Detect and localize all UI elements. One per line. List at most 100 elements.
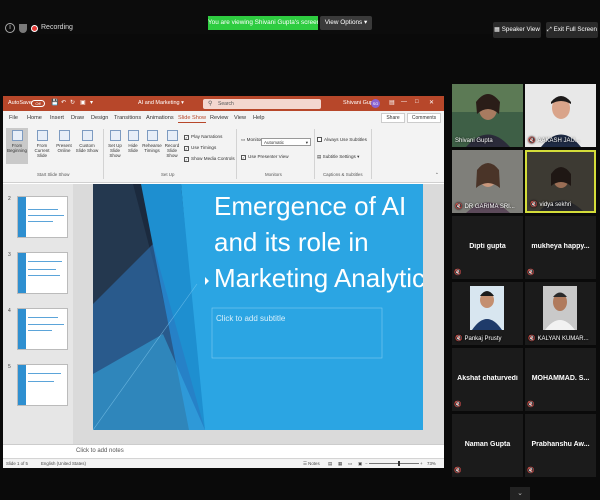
- chevron-down-icon: ▾: [364, 19, 368, 26]
- participant-tile[interactable]: Akshat chaturvedi 🔇: [452, 348, 523, 411]
- participant-name: Shivani Gupta: [455, 138, 493, 144]
- tab-insert[interactable]: Insert: [50, 115, 64, 121]
- tab-animations[interactable]: Animations: [146, 115, 174, 121]
- use-timings-checkbox[interactable]: ✓ Use Timings: [184, 145, 216, 151]
- play-narrations-checkbox[interactable]: ✓ Play Narrations: [184, 134, 222, 140]
- tab-review[interactable]: Review: [210, 115, 228, 121]
- zoom-in-icon[interactable]: +: [420, 461, 423, 466]
- document-title-text: AI and Marketing: [138, 100, 180, 106]
- from-current-slide-button[interactable]: From Current Slide: [30, 130, 54, 158]
- participant-name: 🔇 KALYAN KUMAR...: [528, 335, 589, 342]
- show-media-label: Show Media Controls: [191, 156, 235, 161]
- slide-thumbnail[interactable]: [17, 252, 68, 294]
- tab-draw[interactable]: Draw: [71, 115, 84, 121]
- slideshow-view-icon[interactable]: ▣: [358, 461, 362, 467]
- muted-icon: 🔇: [528, 138, 536, 144]
- participant-tile[interactable]: 🔇 AAKASH JAU...: [525, 84, 596, 147]
- autosave-toggle[interactable]: Off: [31, 100, 45, 107]
- tab-transitions[interactable]: Transitions: [114, 115, 141, 121]
- maximize-icon[interactable]: □: [415, 99, 419, 105]
- tab-file[interactable]: File: [9, 115, 18, 121]
- search-placeholder: Search: [218, 101, 234, 107]
- undo-icon[interactable]: ↶: [61, 99, 66, 106]
- subtitle-settings-button[interactable]: ▤ Subtitle Settings ▾: [317, 154, 359, 160]
- slide-title[interactable]: Emergence of AI and its role in Marketin…: [214, 188, 423, 296]
- exit-fullscreen-button[interactable]: ⤢ Exit Full Screen: [546, 22, 598, 38]
- thumbnail-text-line: [28, 373, 61, 374]
- tab-home[interactable]: Home: [27, 115, 42, 121]
- save-icon[interactable]: 💾: [51, 99, 58, 106]
- participant-tile[interactable]: MOHAMMAD. S... 🔇: [525, 348, 596, 411]
- participant-tile-active-speaker[interactable]: 🔇 vidya sekhri: [525, 150, 596, 213]
- slide-thumbnail[interactable]: [17, 196, 68, 238]
- current-slide[interactable]: Emergence of AI and its role in Marketin…: [93, 184, 423, 430]
- thumbnail-text-line: [28, 261, 62, 262]
- tab-slide-show[interactable]: Slide Show: [178, 115, 206, 123]
- zoom-slider[interactable]: [369, 463, 419, 464]
- notes-toggle[interactable]: ☰ Notes: [303, 461, 320, 467]
- redo-icon[interactable]: ↻: [70, 99, 75, 106]
- rehearse-timings-button[interactable]: Rehearse Timings: [142, 130, 162, 153]
- zoom-out-icon[interactable]: −: [365, 461, 368, 466]
- reading-view-icon[interactable]: ▭: [348, 461, 352, 467]
- tab-design[interactable]: Design: [91, 115, 108, 121]
- notes-pane[interactable]: Click to add notes: [3, 444, 444, 458]
- chevron-down-icon: ▾: [357, 154, 360, 159]
- slide-sorter-icon[interactable]: ▦: [338, 461, 342, 467]
- ppt-title-bar: AutoSave Off 💾 ↶ ↻ ▣ ▾ AI and Marketing …: [3, 96, 444, 111]
- ribbon-display-icon[interactable]: ▤: [389, 99, 395, 106]
- from-beginning-button[interactable]: From Beginning: [6, 128, 28, 164]
- present-icon[interactable]: ▣: [80, 99, 86, 106]
- slide-thumbnail[interactable]: [17, 364, 68, 406]
- subtitle-settings-label: Subtitle Settings: [322, 154, 356, 159]
- hide-slide-button[interactable]: Hide Slide: [126, 130, 140, 153]
- participant-tile[interactable]: 🔇 Pankaj Prusty: [452, 282, 523, 345]
- participant-tile[interactable]: Shivani Gupta: [452, 84, 523, 147]
- shield-icon[interactable]: [19, 24, 27, 33]
- slide-thumbnail[interactable]: [17, 308, 68, 350]
- avatar[interactable]: SG: [371, 99, 380, 108]
- muted-icon: 🔇: [530, 202, 538, 208]
- monitor-icon: ▭: [241, 137, 246, 142]
- muted-icon: 🔇: [454, 468, 462, 474]
- subtitles-icon: ▤: [317, 154, 322, 159]
- use-timings-label: Use Timings: [191, 145, 217, 150]
- record-slide-show-button[interactable]: Record Slide Show: [162, 130, 182, 158]
- tab-view[interactable]: View: [234, 115, 246, 121]
- customize-icon[interactable]: ▾: [90, 99, 93, 106]
- comments-button[interactable]: Comments: [407, 113, 441, 123]
- minimize-icon[interactable]: —: [401, 99, 407, 105]
- custom-show-label: Custom Slide Show: [75, 143, 99, 153]
- info-icon[interactable]: i: [5, 23, 15, 33]
- muted-icon: 🔇: [455, 204, 463, 210]
- tab-help[interactable]: Help: [253, 115, 265, 121]
- from-beginning-label: From Beginning: [6, 143, 28, 153]
- language-status[interactable]: English (United States): [41, 461, 86, 466]
- use-presenter-view-checkbox[interactable]: ✓ Use Presenter View: [241, 154, 289, 160]
- always-use-subtitles-checkbox[interactable]: Always Use Subtitles: [317, 137, 367, 142]
- participant-tile[interactable]: mukheya happy... 🔇: [525, 216, 596, 279]
- normal-view-icon[interactable]: ▤: [328, 461, 332, 467]
- collapse-ribbon-icon[interactable]: ⌃: [435, 172, 439, 178]
- participant-tile[interactable]: 🔇 KALYAN KUMAR...: [525, 282, 596, 345]
- custom-slide-show-button[interactable]: Custom Slide Show: [74, 130, 100, 153]
- close-icon[interactable]: ✕: [429, 99, 434, 106]
- speaker-view-label: Speaker View: [501, 26, 540, 33]
- thumbnail-text-line: [28, 209, 58, 210]
- view-options-button[interactable]: View Options ▾: [320, 16, 372, 30]
- participant-tile[interactable]: 🔇 DR GARIMA SRI...: [452, 150, 523, 213]
- search-box[interactable]: ⚲ Search: [203, 99, 321, 109]
- participant-tile[interactable]: Naman Gupta 🔇: [452, 414, 523, 477]
- subtitle-placeholder[interactable]: Click to add subtitle: [216, 314, 285, 323]
- zoom-percent[interactable]: 73%: [427, 461, 436, 466]
- gallery-next-page-button[interactable]: ⌄: [510, 487, 530, 500]
- present-online-button[interactable]: Present Online: [55, 130, 73, 153]
- speaker-view-button[interactable]: ▦ Speaker View: [493, 22, 541, 38]
- monitor-select[interactable]: Automatic ▾: [261, 138, 311, 146]
- zoom-slider-handle[interactable]: [398, 461, 400, 466]
- participant-tile[interactable]: Prabhanshu Aw... 🔇: [525, 414, 596, 477]
- share-button[interactable]: Share: [381, 113, 405, 123]
- participant-tile[interactable]: Dipti gupta 🔇: [452, 216, 523, 279]
- set-up-slide-show-button[interactable]: Set Up Slide Show: [105, 130, 125, 158]
- show-media-controls-checkbox[interactable]: ✓ Show Media Controls: [184, 156, 235, 162]
